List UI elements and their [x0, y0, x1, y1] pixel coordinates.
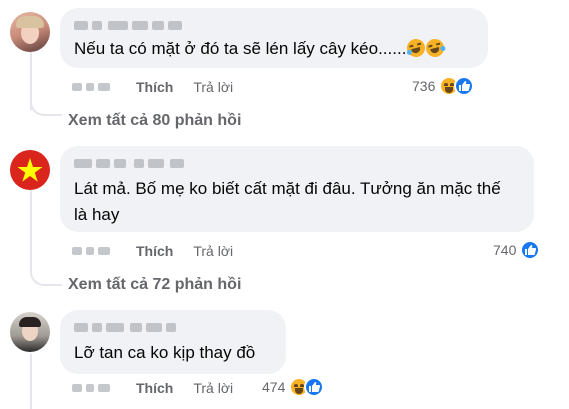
comment-text: Lát mả. Bố mẹ ko biết cất mặt đi đâu. Tư…	[74, 179, 506, 224]
reaction-icons	[289, 377, 325, 397]
thread-line	[30, 354, 32, 409]
like-icon	[304, 377, 325, 397]
like-action[interactable]: Thích	[136, 380, 173, 396]
timestamp-blurred[interactable]	[72, 382, 116, 394]
comment-bubble: Lát mả. Bố mẹ ko biết cất mặt đi đâu. Tư…	[60, 146, 534, 232]
like-action[interactable]: Thích	[136, 243, 173, 259]
comment-actions: Thích Trả lời	[72, 240, 233, 262]
reaction-count: 740	[493, 242, 517, 258]
reaction-summary[interactable]: 736	[412, 76, 475, 96]
like-icon	[454, 76, 475, 96]
comment-text: Nếu ta có mặt ở đó ta sẽ lén lấy cây kéo…	[74, 36, 474, 62]
reply-action[interactable]: Trả lời	[193, 243, 233, 259]
thread-connector	[30, 268, 62, 286]
thread-connector	[30, 98, 62, 116]
reaction-summary[interactable]: 740	[493, 240, 541, 260]
avatar-hair	[16, 16, 44, 28]
avatar-hair	[19, 317, 41, 327]
rofl-emoji-icon	[405, 36, 428, 60]
author-name-blurred[interactable]	[74, 318, 194, 336]
comment-bubble: Nếu ta có mặt ở đó ta sẽ lén lấy cây kéo…	[60, 8, 488, 68]
timestamp-blurred[interactable]	[72, 245, 116, 257]
reaction-summary[interactable]: 474	[262, 377, 325, 397]
view-replies-link[interactable]: Xem tất cả 72 phản hồi	[68, 276, 241, 294]
comment-actions: Thích Trả lời	[72, 76, 233, 98]
comment-text: Lỡ tan ca ko kịp thay đồ	[74, 343, 256, 362]
reaction-icons	[520, 240, 541, 260]
avatar[interactable]	[10, 312, 50, 352]
reply-action[interactable]: Trả lời	[193, 79, 233, 95]
star-icon	[17, 158, 43, 182]
author-name-blurred[interactable]	[74, 154, 194, 172]
thread-line	[30, 190, 32, 272]
view-replies-link[interactable]: Xem tất cả 80 phản hồi	[68, 112, 241, 130]
like-icon	[520, 240, 541, 260]
avatar[interactable]	[10, 12, 50, 52]
avatar[interactable]	[10, 150, 50, 190]
timestamp-blurred[interactable]	[72, 81, 116, 93]
reaction-count: 474	[262, 379, 286, 395]
comment-actions: Thích Trả lời	[72, 377, 233, 399]
comment-text-content: Nếu ta có mặt ở đó ta sẽ lén lấy cây kéo…	[74, 39, 407, 58]
author-name-blurred[interactable]	[74, 16, 194, 34]
reaction-icons	[439, 76, 475, 96]
rofl-emoji-icon	[424, 36, 447, 60]
reaction-count: 736	[412, 78, 436, 94]
comment-bubble: Lỡ tan ca ko kịp thay đồ	[60, 310, 286, 374]
reply-action[interactable]: Trả lời	[193, 380, 233, 396]
like-action[interactable]: Thích	[136, 79, 173, 95]
